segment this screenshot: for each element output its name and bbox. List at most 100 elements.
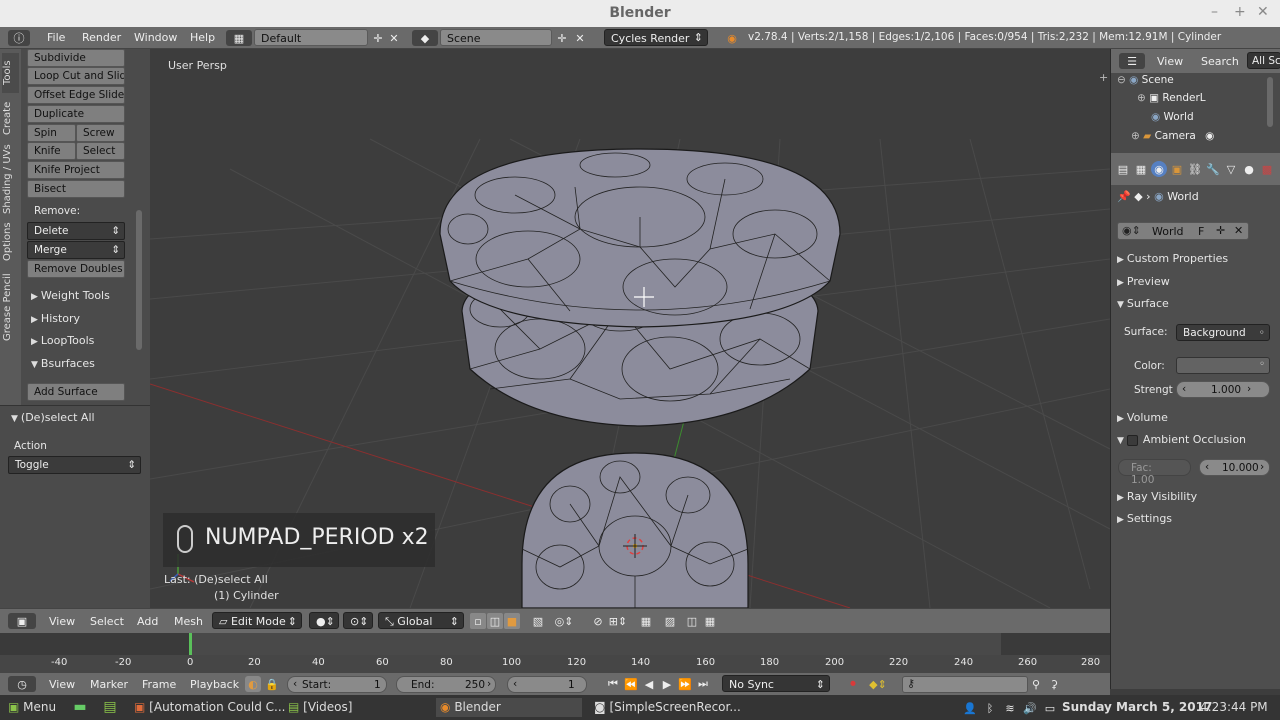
object-tab-icon[interactable]: ▣ xyxy=(1169,161,1185,177)
editor-type-info-icon[interactable]: ⓘ xyxy=(8,30,30,46)
knife-button[interactable]: Knife xyxy=(27,142,76,160)
tool-shelf-scrollbar[interactable] xyxy=(136,210,142,350)
surface-shader-select[interactable]: Background ◦ xyxy=(1176,324,1270,341)
volume-panel[interactable]: ▶ Volume xyxy=(1117,411,1168,424)
render-animation-icon[interactable]: ▦ xyxy=(702,613,718,629)
vertex-select-icon[interactable]: ▫ xyxy=(470,613,486,629)
preview-panel[interactable]: ▶ Preview xyxy=(1117,275,1170,288)
start-frame-field[interactable]: ‹ Start: 1 xyxy=(287,676,387,693)
render-tab-icon[interactable]: ▤ xyxy=(1115,161,1131,177)
render-layers-tab-icon[interactable]: ▦ xyxy=(1133,161,1149,177)
history-panel[interactable]: ▶ History xyxy=(31,312,80,325)
world-datablock-selector[interactable]: ◉⇕ World F ✛ ✕ xyxy=(1117,222,1249,240)
bisect-button[interactable]: Bisect xyxy=(27,180,125,198)
play-reverse-icon[interactable]: ◀ xyxy=(641,676,657,692)
scene-field[interactable]: Scene xyxy=(440,29,552,46)
menu-help[interactable]: Help xyxy=(190,31,215,44)
current-frame-marker[interactable] xyxy=(189,633,192,655)
task-screen-recorder[interactable]: ◙ [SimpleScreenRecor... xyxy=(590,698,741,717)
volume-icon[interactable]: 🔊 xyxy=(1022,700,1038,716)
file-manager-icon[interactable]: ▤ xyxy=(102,699,118,715)
ray-visibility-panel[interactable]: ▶ Ray Visibility xyxy=(1117,490,1197,503)
timeline-view-menu[interactable]: View xyxy=(49,678,75,691)
texture-tab-icon[interactable]: ▩ xyxy=(1259,161,1275,177)
fake-user-toggle[interactable]: F xyxy=(1198,225,1204,238)
timeline-editor-icon[interactable]: ◷ xyxy=(8,676,36,692)
layout-field[interactable]: Default xyxy=(254,29,368,46)
menu-file[interactable]: File xyxy=(47,31,65,44)
cylinder-mesh-bottom[interactable] xyxy=(521,452,749,608)
end-frame-field[interactable]: End: 250 › xyxy=(396,676,496,693)
timeline-marker-menu[interactable]: Marker xyxy=(90,678,128,691)
ao-enable-checkbox[interactable] xyxy=(1126,434,1138,446)
world-tab-icon[interactable]: ◉ xyxy=(1151,161,1167,177)
battery-icon[interactable]: ▭ xyxy=(1042,700,1058,716)
weight-tools-panel[interactable]: ▶ Weight Tools xyxy=(31,289,110,302)
select-menu[interactable]: Select xyxy=(90,615,124,628)
scene-icon[interactable]: ◆ xyxy=(412,30,438,46)
user-icon[interactable]: 👤 xyxy=(962,700,978,716)
loop-cut-button[interactable]: Loop Cut and Slide xyxy=(27,67,125,85)
timeline-playback-menu[interactable]: Playback xyxy=(190,678,239,691)
insert-keyframe-icon[interactable]: ⚲ xyxy=(1028,676,1044,692)
view-menu[interactable]: View xyxy=(49,615,75,628)
jump-next-keyframe-icon[interactable]: ⏩ xyxy=(677,676,693,692)
delete-keyframe-icon[interactable]: ⚳ xyxy=(1046,676,1062,692)
constraints-tab-icon[interactable]: ⛓ xyxy=(1187,161,1203,177)
screen-layout-icon[interactable]: ▦ xyxy=(226,30,252,46)
viewport-shading-select[interactable]: ●⇕ xyxy=(309,612,339,629)
play-icon[interactable]: ▶ xyxy=(659,676,675,692)
tab-grease-pencil[interactable]: Grease Pencil xyxy=(2,271,19,343)
increment-arrow-icon[interactable]: › xyxy=(1247,383,1251,395)
snap-toggle-icon[interactable]: ⊘ xyxy=(590,613,606,629)
menu-window[interactable]: Window xyxy=(134,31,177,44)
visibility-eye-icon[interactable]: ◉ xyxy=(1205,130,1214,142)
tab-options[interactable]: Options xyxy=(2,219,19,265)
outliner-search-menu[interactable]: Search xyxy=(1201,55,1239,68)
clock-date[interactable]: Sunday March 5, 2017 xyxy=(1058,698,1216,717)
transform-orientation-select[interactable]: ⤡ Global ⇕ xyxy=(378,612,464,629)
start-menu-button[interactable]: ▣ Menu xyxy=(4,698,60,717)
decrement-arrow-icon[interactable]: ‹ xyxy=(1182,383,1186,395)
task-automation[interactable]: ▣ [Automation Could C... xyxy=(130,698,285,717)
surface-panel[interactable]: ▼ Surface xyxy=(1117,297,1169,310)
increment-arrow-icon[interactable]: › xyxy=(487,678,491,690)
outliner-item-camera[interactable]: ⊕ ▰ Camera ◉ xyxy=(1131,130,1214,142)
outliner-view-menu[interactable]: View xyxy=(1157,55,1183,68)
viewport-add-region-icon[interactable]: + xyxy=(1099,71,1108,84)
occlude-geometry-icon[interactable]: ▧ xyxy=(530,613,546,629)
3d-view-editor-icon[interactable]: ▣ xyxy=(8,613,36,629)
tab-create[interactable]: Create xyxy=(2,97,19,139)
record-icon[interactable]: ⏺ xyxy=(845,676,861,692)
add-layout-icon[interactable]: ✛ xyxy=(370,30,386,46)
outliner-scrollbar[interactable] xyxy=(1267,77,1273,127)
lock-range-icon[interactable]: 🔒 xyxy=(264,676,280,692)
remove-layout-icon[interactable]: ✕ xyxy=(386,30,402,46)
delete-menu[interactable]: Delete ⇕ xyxy=(27,222,125,240)
pin-icon[interactable]: 📌 xyxy=(1117,190,1131,203)
subdivide-button[interactable]: Subdivide xyxy=(27,49,125,67)
timeline-area[interactable]: -40 -20 0 20 40 60 80 100 120 140 160 18… xyxy=(0,633,1110,673)
face-select-icon[interactable]: ■ xyxy=(504,613,520,629)
duplicate-button[interactable]: Duplicate xyxy=(27,105,125,123)
world-name-field[interactable]: World xyxy=(1152,225,1184,238)
active-keying-set-field[interactable]: ⚷ xyxy=(902,676,1028,693)
network-icon[interactable]: ≋ xyxy=(1002,700,1018,716)
remove-doubles-button[interactable]: Remove Doubles xyxy=(27,260,125,278)
task-blender[interactable]: ◉ Blender xyxy=(436,698,582,717)
decrement-arrow-icon[interactable]: ‹ xyxy=(293,678,297,690)
menu-render[interactable]: Render xyxy=(82,31,121,44)
custom-properties-panel[interactable]: ▶ Custom Properties xyxy=(1117,252,1228,265)
clock-time[interactable]: 4:23:44 PM xyxy=(1196,698,1272,717)
mesh-menu[interactable]: Mesh xyxy=(174,615,203,628)
current-frame-field[interactable]: ‹ 1 xyxy=(507,676,587,693)
ao-factor-field[interactable]: Fac: 1.00 xyxy=(1118,459,1191,486)
screw-button[interactable]: Screw xyxy=(76,124,125,142)
3d-viewport[interactable]: User Persp + NUMPAD_PERIOD x2 Last: (De)… xyxy=(150,49,1110,608)
knife-select-button[interactable]: Select xyxy=(76,142,125,160)
looptools-panel[interactable]: ▶ LoopTools xyxy=(31,334,94,347)
bluetooth-icon[interactable]: ᛒ xyxy=(982,700,998,716)
settings-panel[interactable]: ▶ Settings xyxy=(1117,512,1172,525)
data-tab-icon[interactable]: ▽ xyxy=(1223,161,1239,177)
ambient-occlusion-panel[interactable]: ▼ Ambient Occlusion xyxy=(1117,433,1246,446)
